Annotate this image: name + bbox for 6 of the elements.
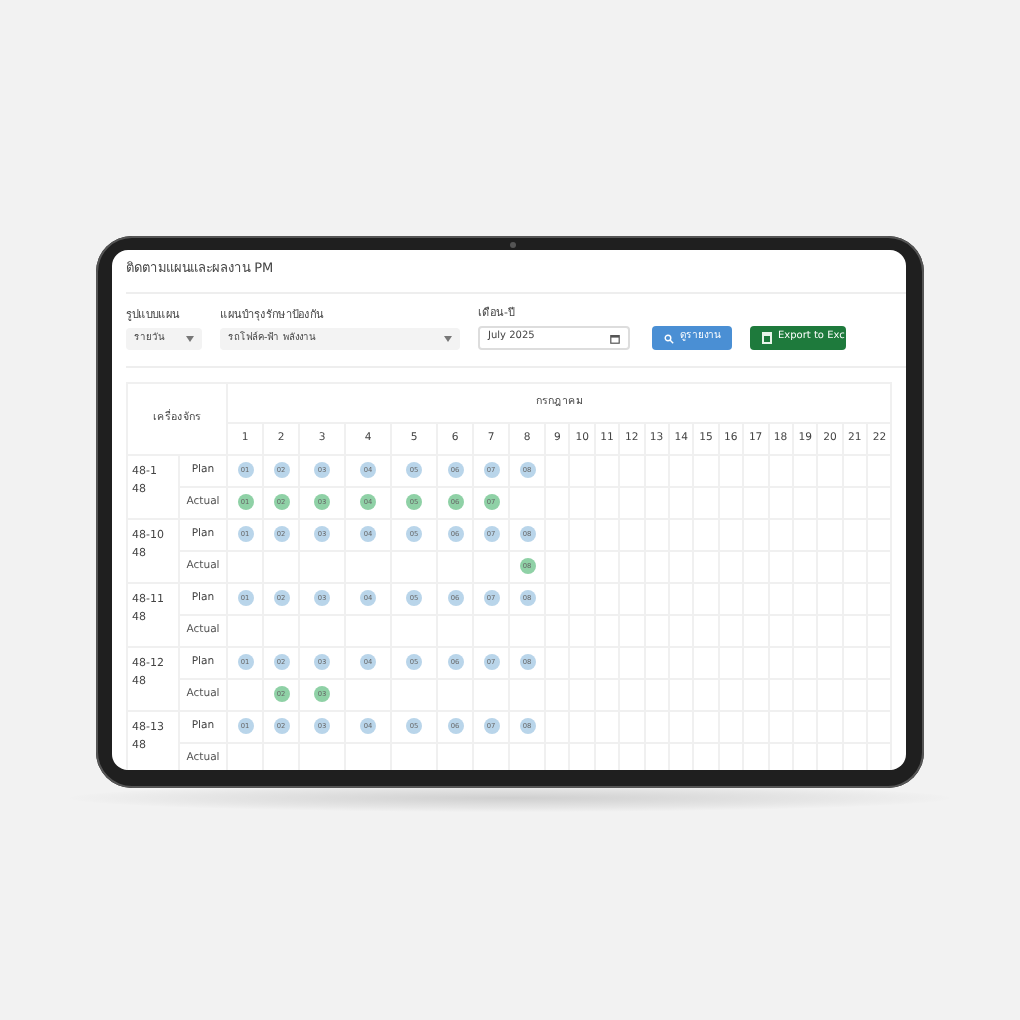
search-icon [664,333,674,343]
calendar-icon [610,333,620,343]
caret-icon [186,336,194,342]
caret-icon [444,336,452,342]
camera-icon [510,242,516,248]
excel-file-icon [762,332,772,344]
